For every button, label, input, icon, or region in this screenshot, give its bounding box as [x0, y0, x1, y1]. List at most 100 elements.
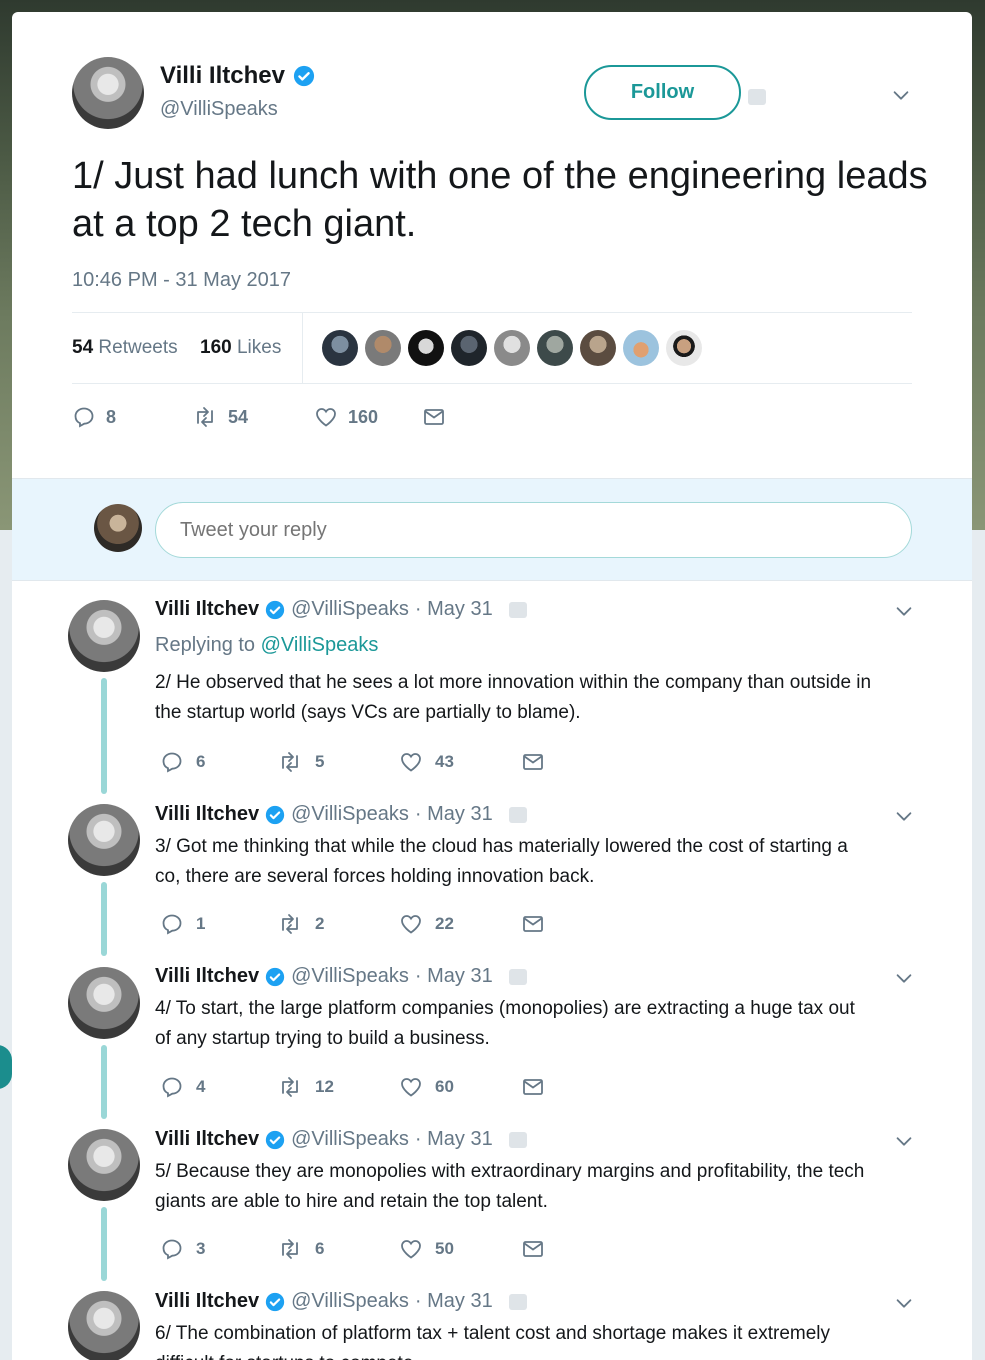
- author-handle[interactable]: @VilliSpeaks: [291, 1128, 409, 1151]
- thread-tweet[interactable]: Villi Iltchev @VilliSpeaks · May 31 4/ T…: [12, 954, 972, 1119]
- tweet-stats: 54 Retweets 160 Likes: [72, 312, 912, 384]
- reply-action[interactable]: 8: [72, 405, 192, 429]
- like-action[interactable]: 50: [399, 1237, 521, 1261]
- author-name-row[interactable]: Villi Iltchev: [160, 62, 315, 90]
- extension-icon[interactable]: [508, 806, 527, 823]
- retweet-action[interactable]: 2: [277, 912, 399, 936]
- author-avatar[interactable]: [68, 600, 140, 672]
- like-count: 60: [435, 1077, 454, 1096]
- heart-icon: [401, 753, 421, 772]
- like-action[interactable]: 22: [399, 912, 521, 936]
- thread-tweet[interactable]: Villi Iltchev @VilliSpeaks · May 31 3/ G…: [12, 792, 972, 956]
- tweet-timestamp[interactable]: 10:46 PM - 31 May 2017: [72, 269, 291, 292]
- liker-avatar[interactable]: [666, 330, 702, 366]
- liker-avatar[interactable]: [322, 330, 358, 366]
- retweet-action[interactable]: 54: [192, 405, 314, 429]
- chevron-down-icon[interactable]: [893, 1292, 915, 1314]
- mail-icon: [424, 409, 444, 425]
- heart-icon: [316, 408, 336, 427]
- reply-count: 4: [196, 1077, 206, 1096]
- retweets-stat[interactable]: 54 Retweets: [72, 337, 178, 359]
- extension-icon[interactable]: [508, 1131, 527, 1148]
- chevron-down-icon[interactable]: [893, 1130, 915, 1152]
- author-name[interactable]: Villi Iltchev: [155, 598, 259, 621]
- extension-icon[interactable]: [508, 1293, 527, 1310]
- author-avatar[interactable]: [68, 1129, 140, 1201]
- thread-connector: [101, 1045, 107, 1119]
- tweet-date[interactable]: · May 31: [415, 965, 493, 988]
- mail-icon: [523, 1079, 543, 1095]
- likes-stat[interactable]: 160 Likes: [200, 337, 281, 359]
- author-name[interactable]: Villi Iltchev: [155, 803, 259, 826]
- author-avatar[interactable]: [68, 967, 140, 1039]
- reply-count: 3: [196, 1239, 206, 1258]
- thread-tweet[interactable]: Villi Iltchev @VilliSpeaks · May 31 5/ B…: [12, 1117, 972, 1281]
- like-count: 50: [435, 1239, 454, 1258]
- liker-avatar[interactable]: [365, 330, 401, 366]
- author-name[interactable]: Villi Iltchev: [160, 62, 285, 90]
- reply-action[interactable]: 6: [160, 750, 277, 774]
- author-avatar[interactable]: [72, 57, 144, 129]
- message-action[interactable]: [422, 405, 446, 429]
- liker-avatar[interactable]: [580, 330, 616, 366]
- reply-action[interactable]: 1: [160, 912, 277, 936]
- thread-connector: [101, 678, 107, 794]
- current-user-avatar[interactable]: [94, 504, 142, 552]
- verified-icon: [265, 600, 285, 619]
- thread-tweet[interactable]: Villi Iltchev @VilliSpeaks · May 31 Repl…: [12, 582, 972, 794]
- author-handle[interactable]: @VilliSpeaks: [291, 1290, 409, 1313]
- tweet-date[interactable]: · May 31: [415, 1128, 493, 1151]
- thread-tweet[interactable]: Villi Iltchev @VilliSpeaks · May 31 6/ T…: [12, 1279, 972, 1360]
- page-background-left: [0, 530, 12, 1360]
- extension-icon[interactable]: [508, 601, 527, 618]
- heart-icon: [401, 915, 421, 934]
- retweet-count: 6: [315, 1239, 325, 1258]
- author-handle[interactable]: @VilliSpeaks: [291, 965, 409, 988]
- author-handle[interactable]: @VilliSpeaks: [160, 98, 278, 121]
- verified-icon: [293, 65, 315, 87]
- heart-icon: [401, 1240, 421, 1259]
- chevron-down-icon[interactable]: [890, 84, 912, 106]
- author-name[interactable]: Villi Iltchev: [155, 1128, 259, 1151]
- like-action[interactable]: 60: [399, 1075, 521, 1099]
- tweet-date[interactable]: · May 31: [415, 803, 493, 826]
- follow-button[interactable]: Follow: [584, 65, 741, 120]
- reply-icon: [162, 914, 182, 935]
- liker-avatar[interactable]: [623, 330, 659, 366]
- liker-avatar[interactable]: [537, 330, 573, 366]
- author-handle[interactable]: @VilliSpeaks: [291, 598, 409, 621]
- author-avatar[interactable]: [68, 1291, 140, 1360]
- author-avatar[interactable]: [68, 804, 140, 876]
- heart-icon: [401, 1078, 421, 1097]
- extension-icon[interactable]: [748, 89, 766, 105]
- like-action[interactable]: 160: [314, 405, 422, 429]
- replying-to-handle[interactable]: @VilliSpeaks: [261, 634, 379, 656]
- chevron-down-icon[interactable]: [893, 967, 915, 989]
- liker-avatars: [322, 330, 702, 366]
- reply-action[interactable]: 4: [160, 1075, 277, 1099]
- author-name[interactable]: Villi Iltchev: [155, 965, 259, 988]
- chevron-down-icon[interactable]: [893, 600, 915, 622]
- message-action[interactable]: [521, 1237, 545, 1261]
- message-action[interactable]: [521, 1075, 545, 1099]
- liker-avatar[interactable]: [408, 330, 444, 366]
- extension-icon[interactable]: [508, 968, 527, 985]
- tweet-actions: 3 6 50: [160, 1237, 545, 1261]
- tweet-date[interactable]: · May 31: [415, 598, 493, 621]
- tweet-header: Villi Iltchev @VilliSpeaks · May 31: [155, 1128, 527, 1151]
- reply-input[interactable]: [155, 502, 912, 558]
- verified-icon: [265, 1130, 285, 1149]
- message-action[interactable]: [521, 912, 545, 936]
- like-action[interactable]: 43: [399, 750, 521, 774]
- retweet-action[interactable]: 6: [277, 1237, 399, 1261]
- author-handle[interactable]: @VilliSpeaks: [291, 803, 409, 826]
- retweet-action[interactable]: 5: [277, 750, 399, 774]
- liker-avatar[interactable]: [451, 330, 487, 366]
- message-action[interactable]: [521, 750, 545, 774]
- retweet-action[interactable]: 12: [277, 1075, 399, 1099]
- reply-action[interactable]: 3: [160, 1237, 277, 1261]
- tweet-date[interactable]: · May 31: [415, 1290, 493, 1313]
- chevron-down-icon[interactable]: [893, 805, 915, 827]
- liker-avatar[interactable]: [494, 330, 530, 366]
- author-name[interactable]: Villi Iltchev: [155, 1290, 259, 1313]
